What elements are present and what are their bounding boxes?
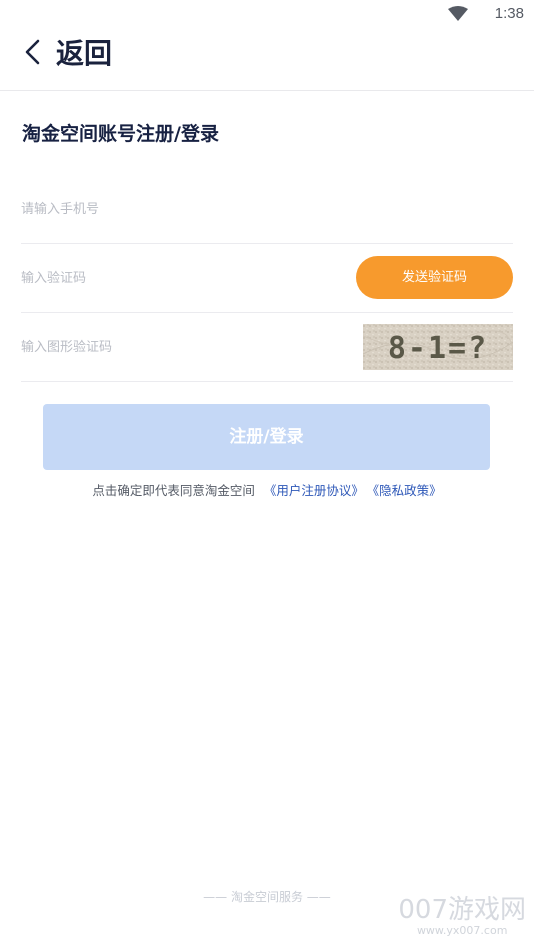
watermark: 007游戏网 www.yx007.com (398, 896, 526, 938)
nav-bar: 返回 (0, 28, 534, 91)
page-title: 淘金空间账号注册/登录 (22, 123, 219, 145)
register-login-button[interactable]: 注册/登录 (43, 404, 490, 470)
watermark-url: www.yx007.com (416, 924, 508, 937)
captcha-text: 8-1=? (388, 331, 488, 366)
status-time: 1:38 (494, 5, 524, 22)
sms-code-field-row: 发送验证码 (21, 244, 513, 313)
captcha-image[interactable]: 8-1=? (363, 324, 513, 370)
agreement-prefix: 点击确定即代表同意淘金空间 (92, 483, 255, 498)
phone-field-row (21, 175, 513, 244)
agreement-text: 点击确定即代表同意淘金空间 《用户注册协议》 《隐私政策》 (0, 480, 534, 499)
image-code-input[interactable] (21, 313, 321, 381)
user-agreement-link[interactable]: 《用户注册协议》 (264, 483, 364, 498)
wifi-icon (448, 6, 468, 21)
chevron-left-icon[interactable] (22, 38, 44, 66)
status-bar: 1:38 (0, 0, 534, 28)
phone-input[interactable] (21, 175, 321, 243)
back-button[interactable]: 返回 (56, 32, 112, 72)
watermark-brand: 007游戏网 (398, 895, 526, 925)
privacy-policy-link[interactable]: 《隐私政策》 (373, 483, 442, 498)
image-code-field-row: 8-1=? (21, 313, 513, 382)
sms-code-input[interactable] (21, 244, 321, 312)
send-code-button[interactable]: 发送验证码 (356, 256, 513, 299)
